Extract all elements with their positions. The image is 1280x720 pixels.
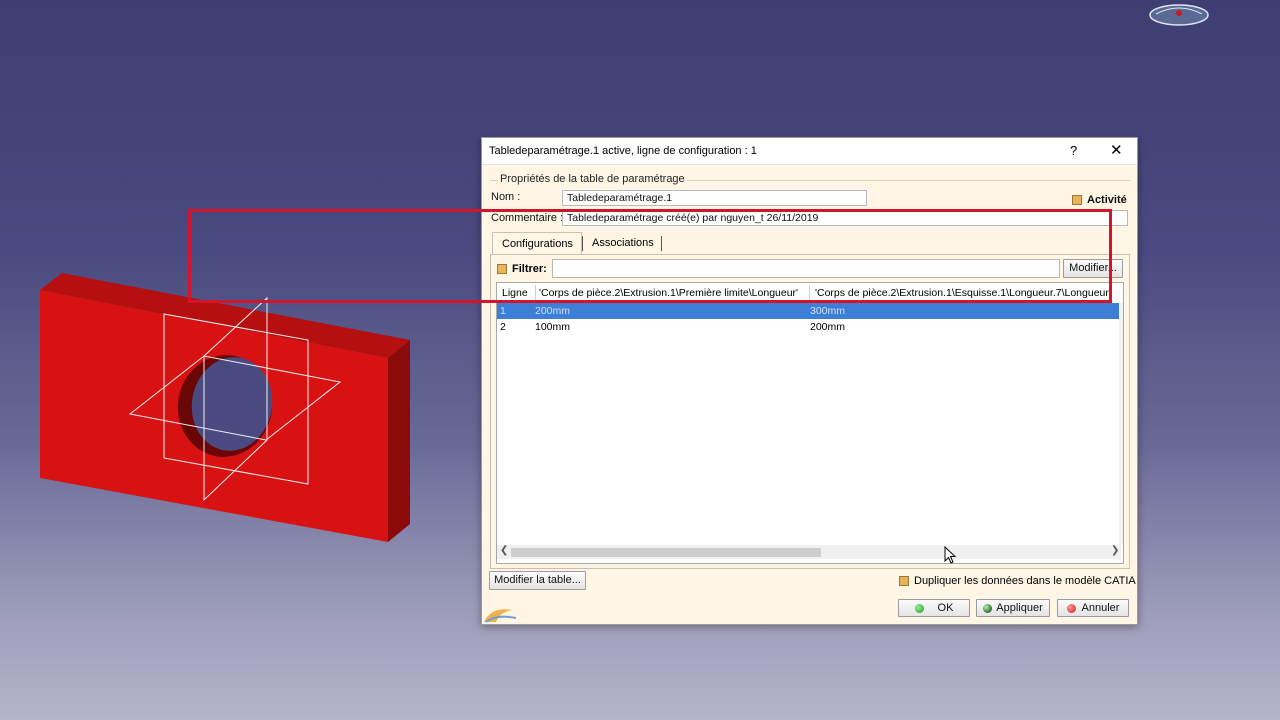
name-field[interactable]: Tabledeparamétrage.1 [562, 190, 867, 206]
duplicate-check-icon [899, 576, 909, 587]
duplicate-data-checkbox[interactable]: Dupliquer les données dans le modèle CAT… [899, 575, 1136, 587]
row-cell: 300mm [810, 305, 846, 317]
apply-label: Appliquer [996, 602, 1043, 614]
ok-icon [914, 603, 924, 613]
modify-filter-button[interactable]: Modifier... [1063, 259, 1123, 278]
filter-check-icon [497, 264, 507, 275]
table-row[interactable]: 2 100mm 200mm [497, 319, 1123, 335]
row-cell: 2 [500, 321, 506, 333]
tab-separator [661, 236, 662, 251]
activity-label: Activité [1087, 194, 1127, 206]
close-button[interactable]: ✕ [1110, 141, 1123, 159]
configurations-table: Ligne 'Corps de pièce.2\Extrusion.1\Prem… [496, 282, 1124, 564]
filter-input[interactable] [552, 259, 1060, 278]
column-header-esquisse-longueur[interactable]: 'Corps de pièce.2\Extrusion.1\Esquisse.1… [815, 287, 1115, 299]
vertical-scroll-edge [1119, 303, 1123, 545]
scroll-right-icon[interactable]: ❯ [1111, 545, 1119, 556]
catia-logo-icon [484, 609, 517, 623]
design-table-dialog: Tabledeparamétrage.1 active, ligne de co… [481, 137, 1138, 625]
cancel-button[interactable]: Annuler [1057, 599, 1129, 617]
compass-icon[interactable] [1148, 2, 1210, 28]
activity-checkbox[interactable]: Activité [1072, 194, 1127, 206]
help-button[interactable]: ? [1070, 143, 1077, 158]
filter-label-text: Filtrer: [512, 263, 547, 275]
activity-check-icon [1072, 195, 1082, 206]
cancel-label: Annuler [1081, 602, 1120, 614]
row-cell: 200mm [535, 305, 571, 317]
table-header: Ligne 'Corps de pièce.2\Extrusion.1\Prem… [497, 283, 1123, 304]
apply-icon [983, 603, 993, 613]
comment-field[interactable]: Tabledeparamétrage créé(e) par nguyen_t … [562, 210, 1128, 226]
column-header-ligne[interactable]: Ligne [502, 287, 528, 299]
cancel-icon [1066, 603, 1076, 613]
dialog-titlebar[interactable]: Tabledeparamétrage.1 active, ligne de co… [482, 138, 1137, 165]
properties-group-title: Propriétés de la table de paramétrage [498, 173, 687, 185]
ok-button[interactable]: OK [898, 599, 970, 617]
red-part-model[interactable] [0, 0, 480, 720]
name-label: Nom : [491, 191, 521, 203]
horizontal-scrollbar[interactable]: ❮ ❯ [497, 545, 1121, 559]
mouse-cursor-icon [944, 546, 957, 564]
duplicate-label: Dupliquer les données dans le modèle CAT… [914, 575, 1136, 587]
row-cell: 100mm [535, 321, 571, 333]
column-separator [535, 285, 536, 301]
configurations-panel: Filtrer: Modifier... Ligne 'Corps de piè… [490, 254, 1130, 569]
row-cell: 200mm [810, 321, 846, 333]
column-header-premiere-limite[interactable]: 'Corps de pièce.2\Extrusion.1\Première l… [539, 287, 807, 299]
apply-button[interactable]: Appliquer [976, 599, 1050, 617]
dialog-title: Tabledeparamétrage.1 active, ligne de co… [489, 145, 757, 157]
filter-label: Filtrer: [497, 263, 547, 275]
modify-table-button[interactable]: Modifier la table... [489, 571, 586, 590]
tab-associations[interactable]: Associations [583, 232, 663, 254]
row-cell: 1 [500, 305, 506, 317]
comment-label: Commentaire : [491, 212, 564, 224]
ok-label: OK [937, 602, 954, 614]
table-row[interactable]: 1 200mm 300mm [497, 303, 1123, 319]
tab-configurations[interactable]: Configurations [492, 232, 582, 254]
scroll-left-icon[interactable]: ❮ [500, 545, 508, 556]
column-separator [809, 285, 810, 301]
scrollbar-thumb[interactable] [511, 548, 821, 557]
